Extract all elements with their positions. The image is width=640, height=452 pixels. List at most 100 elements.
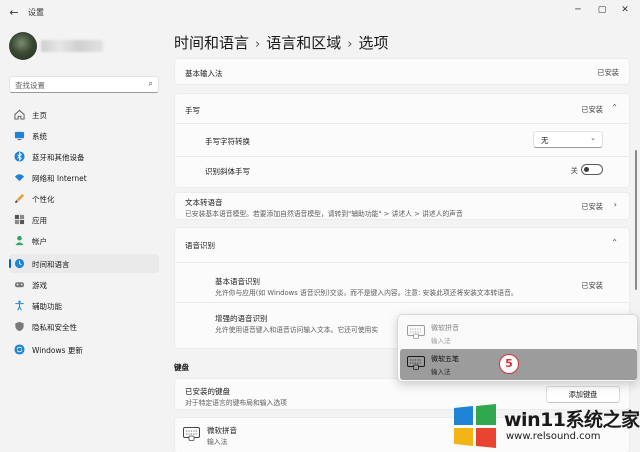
- sidebar-item-label: 隐私和安全性: [32, 323, 77, 332]
- shield-icon: [15, 321, 24, 332]
- keyboard-icon: [407, 325, 425, 339]
- watermark-url: www.relsound.com: [506, 431, 601, 442]
- basic-speech-description: 允许你与应用(如 Windows 语音识别)交谈，而不是键入内容。注意: 安装此…: [215, 289, 518, 297]
- italic-toggle-state: 关: [570, 166, 578, 175]
- keyboard-entry-name: 微软拼音: [207, 426, 237, 435]
- ime-item-name: 微软拼音: [431, 324, 459, 332]
- keyboard-icon: [183, 427, 200, 441]
- divider: [174, 156, 630, 157]
- sidebar-item-personalization[interactable]: 个性化: [9, 189, 159, 208]
- ime-item-name: 微软五笔: [431, 355, 459, 363]
- chevron-down-icon: ⌄: [590, 134, 596, 142]
- sidebar-item-label: 个性化: [32, 195, 55, 204]
- installed-keyboards-description: 对于特定语言的键布局和输入选项: [185, 399, 287, 407]
- sidebar-item-label: 游戏: [32, 281, 47, 290]
- basic-input-status: 已安装: [597, 68, 619, 77]
- step-number-badge: 5: [499, 354, 519, 374]
- brush-icon: [14, 193, 25, 204]
- breadcrumb-language-region[interactable]: 语言和区域: [266, 34, 341, 52]
- maximize-button[interactable]: ▢: [591, 3, 613, 17]
- handwriting-font-label: 手写字符转换: [205, 137, 250, 146]
- user-profile[interactable]: [9, 32, 105, 60]
- sidebar-item-network[interactable]: 网络和 Internet: [9, 168, 159, 187]
- gamepad-icon: [14, 282, 25, 288]
- speech-title: 语音识别: [185, 241, 215, 250]
- tts-card[interactable]: 文本转语音 已安装基本语音模型。若要添加自然语音模型，请转到"辅助功能" > 讲…: [174, 192, 630, 220]
- sidebar-item-label: 系统: [32, 132, 47, 141]
- search-placeholder: 查找设置: [15, 81, 45, 90]
- active-indicator: [9, 259, 11, 268]
- divider: [174, 123, 630, 124]
- ime-item-pinyin[interactable]: 微软拼音 输入法: [400, 318, 637, 349]
- sidebar-item-bluetooth[interactable]: 蓝牙和其他设备: [9, 147, 159, 166]
- basic-speech-status: 已安装: [581, 281, 603, 290]
- speech-header[interactable]: 语音识别 ⌃: [175, 228, 629, 262]
- close-button[interactable]: ✕: [614, 3, 636, 17]
- sidebar-item-label: 应用: [32, 216, 47, 225]
- app-title: 设置: [28, 8, 44, 17]
- breadcrumb: 时间和语言 › 语言和区域 › 选项: [174, 32, 388, 53]
- divider: [174, 262, 630, 263]
- dropdown-value: 无: [541, 136, 549, 145]
- chevron-up-icon: ⌃: [611, 103, 618, 112]
- handwriting-title: 手写: [185, 106, 200, 115]
- sidebar-item-label: 辅助功能: [32, 302, 62, 311]
- keyboard-icon: [407, 356, 425, 370]
- tts-title: 文本转语音: [185, 198, 223, 207]
- handwriting-header[interactable]: 手写 已安装 ⌃: [175, 94, 629, 124]
- home-icon: [14, 109, 25, 120]
- page-title: 选项: [358, 34, 389, 52]
- sidebar-item-accessibility[interactable]: 辅助功能: [9, 296, 159, 315]
- breadcrumb-separator: ›: [255, 37, 261, 52]
- sidebar-item-label: 帐户: [32, 237, 47, 246]
- sidebar-item-time-language[interactable]: 时间和语言: [9, 254, 159, 273]
- avatar: [9, 32, 37, 60]
- breadcrumb-time-language[interactable]: 时间和语言: [174, 34, 249, 52]
- windows-logo-icon: [454, 404, 496, 448]
- search-icon: ⌕: [148, 79, 153, 88]
- ime-switcher-popup: 微软拼音 输入法 微软五笔 输入法: [397, 314, 638, 382]
- sidebar-item-system[interactable]: 系统: [9, 126, 159, 145]
- search-input[interactable]: 查找设置 ⌕: [9, 76, 159, 93]
- sidebar-item-accounts[interactable]: 帐户: [9, 231, 159, 250]
- enhanced-speech-description: 允许使用语音键入和语音访问输入文本。它还可使用实: [215, 326, 379, 334]
- sidebar-item-label: 网络和 Internet: [32, 174, 87, 183]
- sidebar-item-gaming[interactable]: 游戏: [9, 275, 159, 294]
- handwriting-status: 已安装: [581, 105, 603, 114]
- watermark-title: win11系统之家: [504, 409, 640, 431]
- scrollbar[interactable]: [635, 150, 637, 290]
- globe-clock-icon: [14, 258, 25, 269]
- sidebar-item-apps[interactable]: 应用: [9, 210, 159, 229]
- sidebar-item-label: Windows 更新: [32, 346, 83, 355]
- chevron-up-icon: ⌃: [611, 238, 618, 247]
- breadcrumb-separator: ›: [347, 37, 353, 52]
- sidebar-item-privacy[interactable]: 隐私和安全性: [9, 317, 159, 336]
- title-bar: ← 设置 ─ ▢ ✕: [0, 0, 640, 26]
- sidebar-item-label: 时间和语言: [32, 260, 70, 269]
- handwriting-font-dropdown[interactable]: 无 ⌄: [533, 131, 603, 148]
- back-arrow-icon[interactable]: ←: [6, 5, 22, 21]
- sidebar-item-label: 主页: [32, 111, 47, 120]
- sidebar-item-windows-update[interactable]: Windows 更新: [9, 340, 159, 359]
- watermark: win11系统之家 www.relsound.com: [444, 400, 640, 452]
- person-icon: [15, 235, 24, 246]
- divider: [174, 302, 630, 303]
- bluetooth-icon: [14, 151, 25, 162]
- monitor-icon: [14, 131, 25, 141]
- user-name-blurred: [41, 40, 103, 52]
- basic-speech-title: 基本语音识别: [215, 277, 260, 286]
- basic-input-title: 基本输入法: [185, 69, 223, 78]
- ime-item-type: 输入法: [431, 337, 451, 345]
- italic-handwriting-toggle[interactable]: [581, 164, 603, 175]
- ime-item-type: 输入法: [431, 368, 451, 376]
- minimize-button[interactable]: ─: [567, 3, 589, 17]
- wifi-icon: [14, 174, 25, 182]
- installed-keyboards-title: 已安装的键盘: [185, 387, 230, 396]
- tts-description: 已安装基本语音模型。若要添加自然语音模型，请转到"辅助功能" > 讲述人 > 讲…: [185, 210, 463, 218]
- chevron-right-icon: ›: [613, 200, 617, 209]
- tts-status: 已安装: [581, 202, 603, 211]
- keyboard-section-header: 键盘: [174, 363, 189, 372]
- toggle-knob: [584, 167, 589, 172]
- accessibility-icon: [15, 300, 24, 311]
- sidebar-item-home[interactable]: 主页: [9, 105, 159, 124]
